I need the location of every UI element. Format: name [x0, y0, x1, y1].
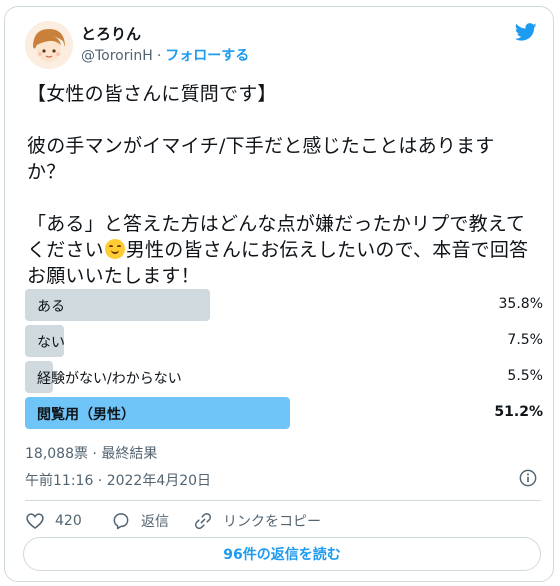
separator-dot: · — [156, 48, 162, 64]
author-handle-line: @TororinH · フォローする — [81, 45, 249, 65]
poll-option-percent: 7.5% — [507, 332, 543, 348]
copy-link-label: リンクをコピー — [223, 514, 321, 530]
follow-button[interactable]: フォローする — [165, 48, 249, 64]
tweet-timestamp[interactable]: 午前11:16 · 2022年4月20日 — [25, 470, 211, 490]
author-name[interactable]: とろりん — [81, 23, 141, 44]
link-icon — [194, 512, 212, 530]
poll-votes: 18,088票 · 最終結果 — [25, 446, 158, 462]
tweet-text-main: 【女性の皆さんに質問です】 彼の手マンがイマイチ/下手だと感じたことはありますか… — [27, 83, 526, 261]
reply-label: 返信 — [141, 514, 169, 530]
tweet-card: とろりん @TororinH · フォローする 【女性の皆さんに質問です】 彼の手マ… — [4, 6, 554, 582]
poll-option: ない 7.5% — [25, 325, 543, 357]
info-icon[interactable] — [519, 469, 537, 487]
smiling-face-icon — [104, 239, 125, 259]
heart-icon — [26, 513, 44, 530]
avatar[interactable] — [25, 21, 73, 69]
poll-option-label: ある — [37, 299, 65, 315]
poll-option-label: 経験がない/わからない — [37, 371, 182, 387]
author-handle[interactable]: @TororinH — [81, 48, 153, 64]
poll: ある 35.8% ない 7.5% 経験がない/わからない 5.5% 閲覧用（男性… — [25, 289, 543, 433]
poll-option-winner: 閲覧用（男性） 51.2% — [25, 397, 543, 429]
read-replies-button[interactable]: 96件の返信を読む — [23, 537, 541, 571]
poll-option: 経験がない/わからない 5.5% — [25, 361, 543, 393]
copy-link-button[interactable]: リンクをコピー — [193, 511, 321, 531]
poll-option-percent: 5.5% — [507, 368, 543, 384]
like-button[interactable]: 420 — [25, 511, 82, 531]
poll-option: ある 35.8% — [25, 289, 543, 321]
poll-option-label: 閲覧用（男性） — [37, 407, 135, 423]
like-count: 420 — [55, 513, 82, 529]
reply-icon — [113, 513, 129, 530]
twitter-bird-icon[interactable] — [513, 21, 539, 43]
poll-option-percent: 51.2% — [494, 404, 543, 420]
divider — [25, 500, 541, 501]
tweet-text: 【女性の皆さんに質問です】 彼の手マンがイマイチ/下手だと感じたことはありますか… — [27, 81, 532, 289]
poll-option-percent: 35.8% — [498, 296, 543, 312]
poll-option-label: ない — [37, 335, 65, 351]
reply-button[interactable]: 返信 — [111, 511, 169, 531]
